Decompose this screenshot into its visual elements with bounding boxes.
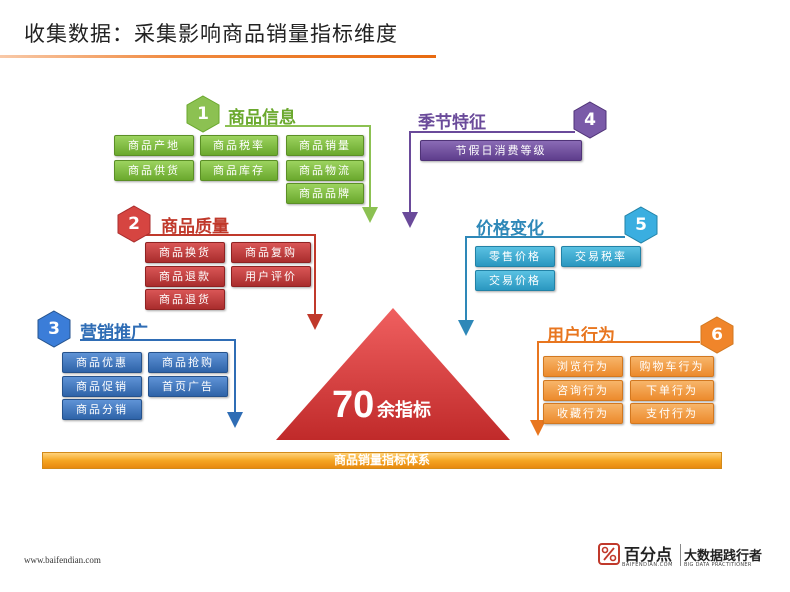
group-6-title: 用户行为	[547, 326, 615, 346]
tag-交易价格: 交易价格	[475, 270, 555, 291]
group-1-title: 商品信息	[228, 108, 296, 128]
tag-商品退款: 商品退款	[145, 266, 225, 287]
tag-零售价格: 零售价格	[475, 246, 555, 267]
group-3-title: 营销推广	[80, 323, 148, 343]
pyramid-number: 70	[332, 384, 374, 426]
tag-节假日消费等级: 节假日消费等级	[420, 140, 582, 161]
tag-商品产地: 商品产地	[114, 135, 194, 156]
group-5-number-badge: 5	[622, 206, 660, 244]
tag-商品退货: 商品退货	[145, 289, 225, 310]
percent-logo-icon	[598, 543, 620, 565]
brand-separator	[680, 544, 681, 566]
group-5-title: 价格变化	[476, 219, 544, 239]
tag-首页广告: 首页广告	[148, 376, 228, 397]
tag-商品物流: 商品物流	[286, 160, 364, 181]
tag-下单行为: 下单行为	[630, 380, 714, 401]
group-4-title: 季节特征	[418, 113, 486, 133]
tag-收藏行为: 收藏行为	[543, 403, 623, 424]
brand-slogan-sub: BIG DATA PRACTITIONER	[684, 562, 752, 568]
pyramid-suffix: 余指标	[376, 399, 431, 421]
tag-商品分销: 商品分销	[62, 399, 142, 420]
footer-url: www.baifendian.com	[24, 555, 101, 565]
tag-交易税率: 交易税率	[561, 246, 641, 267]
tag-商品税率: 商品税率	[200, 135, 278, 156]
tag-商品复购: 商品复购	[231, 242, 311, 263]
group-4-number-badge: 4	[571, 101, 609, 139]
tag-商品优惠: 商品优惠	[62, 352, 142, 373]
tag-支付行为: 支付行为	[630, 403, 714, 424]
tag-浏览行为: 浏览行为	[543, 356, 623, 377]
tag-商品品牌: 商品品牌	[286, 183, 364, 204]
brand-url: BAIFENDIAN.COM	[622, 562, 673, 568]
tag-用户评价: 用户评价	[231, 266, 311, 287]
group-3-number-badge: 3	[35, 310, 73, 348]
tag-购物车行为: 购物车行为	[630, 356, 714, 377]
group-6-number-badge: 6	[698, 316, 736, 354]
group-2-number-badge: 2	[115, 205, 153, 243]
group-1-number-badge: 1	[184, 95, 222, 133]
connector-lines: 70 余指标	[80, 125, 700, 440]
tag-商品抢购: 商品抢购	[148, 352, 228, 373]
tag-商品供货: 商品供货	[114, 160, 194, 181]
tag-商品库存: 商品库存	[200, 160, 278, 181]
tag-咨询行为: 咨询行为	[543, 380, 623, 401]
tag-商品促销: 商品促销	[62, 376, 142, 397]
base-bar-sales-index-system: 商品销量指标体系	[42, 452, 722, 469]
tag-商品换货: 商品换货	[145, 242, 225, 263]
group-2-title: 商品质量	[161, 217, 229, 237]
tag-商品销量: 商品销量	[286, 135, 364, 156]
